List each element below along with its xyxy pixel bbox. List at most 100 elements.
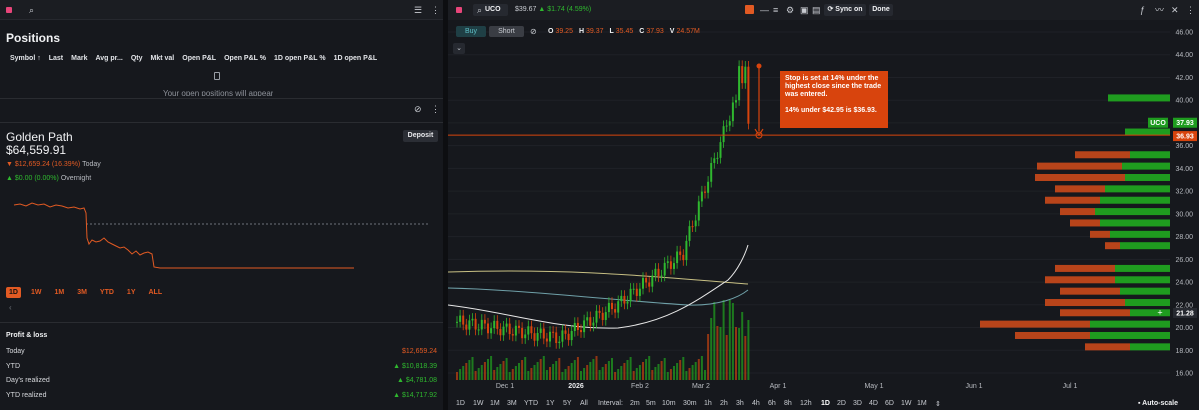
column-header[interactable]: Open P&L [182,55,216,62]
interval-button[interactable]: 10m [662,400,676,407]
column-header[interactable]: Open P&L % [224,55,266,62]
period-button[interactable]: YTD [524,400,538,407]
price-axis-label: 28.00 [1175,234,1193,241]
profit-loss-value: ▲ $14,717.92 [393,391,437,399]
volume-profile-down [1035,173,1125,181]
range-tab[interactable]: 1W [28,287,45,298]
range-tab[interactable]: 1D [6,287,21,298]
more-menu-icon[interactable]: ⋮ [431,5,440,15]
interval-button[interactable]: 1D [821,400,830,407]
interval-button[interactable]: 2m [630,400,640,407]
panel-link-icon[interactable] [6,7,12,13]
candle-body [468,320,471,330]
stop-annotation[interactable]: Stop is set at 14% under the highest clo… [780,71,888,128]
period-button[interactable]: 1M [490,400,500,407]
period-button[interactable]: 1D [456,400,465,407]
candle-body [669,261,672,269]
today-change-label: Today [82,161,101,168]
volume-profile-down [1055,264,1115,272]
column-header[interactable]: 1D open P&L [334,55,378,62]
period-button[interactable]: 1W [473,400,484,407]
volume-profile-up [1100,219,1170,227]
volume-bar [673,366,675,380]
volume-profile-down [1090,230,1110,238]
candle-body [638,288,641,296]
volume-bar [747,320,750,380]
auto-scale-toggle[interactable]: ▪ Auto-scale [1138,400,1178,407]
candle-body [632,288,635,290]
volume-bar [654,367,657,380]
volume-bar [638,365,641,380]
candle-body [707,181,710,193]
add-alert-icon[interactable]: + [1157,307,1162,317]
range-tab[interactable]: YTD [97,287,117,298]
volume-bar [471,357,474,380]
volume-bar [480,365,483,380]
scroll-left-icon[interactable]: ‹ [9,303,12,312]
hide-icon[interactable]: ⊘ [414,104,422,114]
volume-bar [456,372,458,380]
interval-button[interactable]: 1M [917,400,927,407]
interval-button[interactable]: 6D [885,400,894,407]
candle-body [530,326,533,334]
volume-bar [595,356,598,380]
volume-bar [558,358,561,380]
interval-button[interactable]: 8h [784,400,792,407]
interval-button[interactable]: 4D [869,400,878,407]
column-header[interactable]: Last [49,55,63,62]
interval-button[interactable]: 2h [720,400,728,407]
account-menu-icon[interactable]: ⋮ [431,104,440,114]
candle-body [480,319,483,330]
buy-button[interactable]: Buy [456,26,486,37]
positions-panel: ⌕ ☰ ⋮ Positions Symbol ↑ Last Mark Avg pr..… [0,0,443,410]
range-tab[interactable]: ALL [145,287,165,298]
interval-button[interactable]: 1h [704,400,712,407]
candle-body [524,334,527,339]
candle-body [623,295,626,304]
volume-bar [490,356,493,380]
short-button[interactable]: Short [489,26,524,37]
interval-button[interactable]: 3h [736,400,744,407]
interval-button[interactable]: 2D [837,400,846,407]
period-button[interactable]: All [580,400,588,407]
interval-button[interactable]: 5m [646,400,656,407]
period-button[interactable]: 3M [507,400,517,407]
empty-positions-text: Your open positions will appear [163,89,274,96]
volume-profile-up [1100,196,1170,204]
annotation-anchor [756,63,762,69]
search-icon[interactable]: ⌕ [29,5,34,15]
range-tab[interactable]: 1Y [124,287,139,298]
interval-button[interactable]: 30m [683,400,697,407]
column-header[interactable]: Mark [71,55,87,62]
column-header[interactable]: Symbol ↑ [10,55,41,62]
interval-button[interactable]: 1W [901,400,912,407]
profit-loss-row: Today $12,659.24 [6,348,437,355]
interval-button[interactable]: 12h [800,400,812,407]
volume-profile-up [1115,264,1170,272]
candle-body [552,331,555,333]
candle-body [462,315,465,325]
time-axis-label: Jun 1 [965,383,982,390]
volume-bar [561,372,564,380]
candle-body [676,251,679,264]
quick-order-icon[interactable]: ⊘ [530,27,537,37]
column-header[interactable]: Qty [131,55,143,62]
settings-sliders-icon[interactable]: ☰ [414,5,422,15]
column-header[interactable]: 1D open P&L % [274,55,326,62]
deposit-button[interactable]: Deposit [403,130,438,142]
interval-button[interactable]: 6h [768,400,776,407]
range-tab[interactable]: 1M [51,287,67,298]
time-axis-label: Dec 1 [496,383,514,390]
interval-chevron-icon[interactable]: ⇕ [935,400,941,408]
range-tab[interactable]: 3M [74,287,90,298]
price-axis-label: 26.00 [1175,257,1193,264]
period-button[interactable]: 1Y [546,400,555,407]
period-button[interactable]: 5Y [563,400,572,407]
interval-button[interactable]: 4h [752,400,760,407]
candle-body [691,226,694,228]
collapse-chevron-icon[interactable]: ⌄ [453,43,465,54]
candle-body [704,191,706,193]
column-header[interactable]: Mkt val [151,55,175,62]
interval-button[interactable]: 3D [853,400,862,407]
column-header[interactable]: Avg pr... [95,55,122,62]
